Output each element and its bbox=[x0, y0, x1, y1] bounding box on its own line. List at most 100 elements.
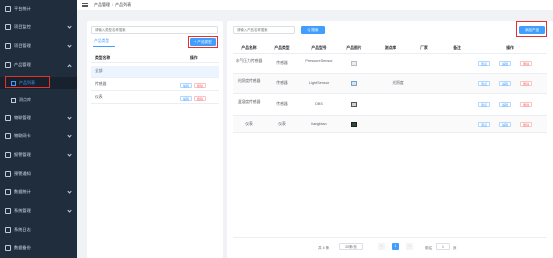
next-page-button[interactable]: > bbox=[406, 243, 413, 250]
type-name: 仪表 bbox=[95, 95, 103, 99]
product-table-header: 产品名称 产品类型 产品型号 产品图片 测点库 厂家 备注 操作 bbox=[233, 43, 547, 54]
monitor-icon bbox=[5, 24, 11, 31]
table-row[interactable]: 光照度传感器 传感器 LightSensor 光照度 测点 编辑 删除 bbox=[233, 74, 547, 94]
sidebar-item-point-library[interactable]: 测点库 bbox=[0, 94, 77, 106]
sidebar-item-data-backup[interactable]: 数据备份 bbox=[0, 239, 77, 258]
chevron-up-icon bbox=[67, 63, 72, 69]
page-1-button[interactable]: 1 bbox=[392, 243, 399, 250]
sidebar-item-iot-manage[interactable]: 物联管理 bbox=[0, 109, 77, 128]
type-search-input[interactable] bbox=[91, 26, 218, 34]
tab-underline bbox=[93, 46, 115, 47]
product-image bbox=[351, 122, 357, 127]
tab-product-type[interactable]: 产品类型 bbox=[94, 39, 109, 44]
product-image bbox=[351, 81, 357, 86]
delete-button[interactable]: 删除 bbox=[194, 95, 207, 101]
backup-icon bbox=[5, 245, 11, 252]
sidebar: 平台统计 项目监控 项目管理 产品管理 产品列表 测点库 物联管理 物联网卡 报… bbox=[0, 0, 77, 258]
goto-page-input[interactable]: 1 bbox=[436, 243, 450, 250]
product-search-input[interactable] bbox=[233, 26, 295, 34]
column-header: 操作 bbox=[506, 46, 514, 50]
page-suffix: 页 bbox=[453, 246, 457, 250]
sidebar-item-label: 数据备份 bbox=[14, 245, 31, 251]
delete-button[interactable]: 删除 bbox=[194, 82, 207, 88]
edit-button[interactable]: 编辑 bbox=[180, 95, 193, 101]
sidebar-item-alarm-manage[interactable]: 报警管理 bbox=[0, 146, 77, 165]
sim-card-icon bbox=[5, 133, 11, 140]
goto-page-value: 1 bbox=[442, 245, 444, 249]
product-type: 传感器 bbox=[276, 81, 288, 85]
type-table-header: 类型名称 操作 bbox=[91, 54, 219, 63]
page-size-select[interactable]: 20条/页 bbox=[339, 243, 363, 250]
breadcrumb-separator: / bbox=[112, 2, 114, 7]
points-button[interactable]: 测点 bbox=[478, 122, 491, 127]
table-row[interactable]: 仪表 编辑 删除 bbox=[91, 92, 219, 104]
sidebar-item-project-monitor[interactable]: 项目监控 bbox=[0, 18, 77, 37]
chart-icon bbox=[5, 189, 11, 196]
iot-icon bbox=[5, 115, 11, 122]
product-model: LightSensor bbox=[308, 81, 330, 85]
table-row[interactable]: 传感器 编辑 删除 bbox=[91, 79, 219, 91]
search-button[interactable]: Q 搜索 bbox=[301, 26, 325, 34]
sidebar-item-label: 数据统计 bbox=[14, 189, 31, 195]
delete-button[interactable]: 删除 bbox=[520, 81, 533, 86]
bell-icon bbox=[5, 171, 11, 178]
edit-button[interactable]: 编辑 bbox=[499, 102, 512, 107]
sidebar-item-label: 平台统计 bbox=[14, 6, 31, 12]
sidebar-item-warning-notice[interactable]: 预警通知 bbox=[0, 165, 77, 184]
edit-button[interactable]: 编辑 bbox=[499, 61, 512, 66]
column-header: 产品型号 bbox=[311, 46, 327, 50]
type-name: 全部 bbox=[95, 69, 103, 73]
sidebar-item-product-manage[interactable]: 产品管理 bbox=[0, 56, 77, 75]
sidebar-item-label: 系统日志 bbox=[14, 227, 31, 233]
product-image bbox=[351, 61, 357, 66]
edit-button[interactable]: 编辑 bbox=[499, 122, 512, 127]
sidebar-item-system-log[interactable]: 系统日志 bbox=[0, 221, 77, 240]
points-button[interactable]: 测点 bbox=[478, 102, 491, 107]
sidebar-item-label: 预警通知 bbox=[14, 171, 31, 177]
breadcrumb-parent[interactable]: 产品管理 bbox=[94, 2, 110, 7]
table-row[interactable]: 全部 bbox=[91, 66, 219, 78]
top-header: 产品管理 / 产品列表 bbox=[77, 0, 553, 10]
product-model: DBS bbox=[315, 102, 323, 106]
delete-button[interactable]: 删除 bbox=[520, 122, 533, 127]
product-icon bbox=[5, 62, 11, 69]
divider bbox=[233, 237, 547, 238]
sidebar-item-system-manage[interactable]: 系统管理 bbox=[0, 202, 77, 221]
delete-button[interactable]: 删除 bbox=[520, 102, 533, 107]
product-model: PressureSensor bbox=[305, 59, 333, 63]
gear-icon bbox=[5, 208, 11, 215]
product-name: 光照度传感器 bbox=[237, 79, 261, 83]
sidebar-item-label: 系统管理 bbox=[14, 208, 31, 214]
menu-toggle-icon[interactable] bbox=[82, 3, 88, 7]
column-header: 产品名称 bbox=[241, 46, 257, 50]
edit-button[interactable]: 编辑 bbox=[180, 82, 193, 88]
product-name: 温湿度传感器 bbox=[237, 100, 261, 104]
add-product-highlight bbox=[516, 21, 547, 37]
points-button[interactable]: 测点 bbox=[478, 81, 491, 86]
sidebar-item-label: 项目管理 bbox=[14, 43, 31, 49]
product-type: 传感器 bbox=[276, 102, 288, 106]
type-name: 传感器 bbox=[95, 82, 107, 86]
sidebar-item-project-manage[interactable]: 项目管理 bbox=[0, 37, 77, 56]
delete-button[interactable]: 删除 bbox=[520, 61, 533, 66]
product-type: 仪表 bbox=[278, 122, 286, 126]
prev-page-button[interactable]: < bbox=[378, 243, 385, 250]
sidebar-item-label: 测点库 bbox=[19, 97, 31, 102]
table-row[interactable]: 仪表 仪表 liangbiao 测点 编辑 删除 bbox=[233, 116, 547, 133]
product-model: liangbiao bbox=[311, 122, 327, 126]
star-icon bbox=[11, 97, 16, 103]
table-row[interactable]: 温湿度传感器 传感器 DBS 测点 编辑 删除 bbox=[233, 94, 547, 116]
sidebar-item-iot-card[interactable]: 物联网卡 bbox=[0, 127, 77, 146]
sidebar-item-data-stats[interactable]: 数据统计 bbox=[0, 183, 77, 202]
add-type-highlight bbox=[188, 36, 218, 48]
edit-button[interactable]: 编辑 bbox=[499, 81, 512, 86]
product-name: 水气压力传感器 bbox=[235, 59, 263, 63]
points-button[interactable]: 测点 bbox=[478, 61, 491, 66]
page-size-value: 20条/页 bbox=[345, 245, 357, 249]
table-row[interactable]: 水气压力传感器 传感器 PressureSensor 测点 编辑 删除 bbox=[233, 54, 547, 74]
alarm-icon bbox=[5, 152, 11, 159]
active-highlight bbox=[5, 76, 50, 88]
sidebar-item-platform-stats[interactable]: 平台统计 bbox=[0, 0, 77, 19]
chevron-down-icon bbox=[67, 43, 72, 48]
point-library: 光照度 bbox=[392, 81, 404, 85]
